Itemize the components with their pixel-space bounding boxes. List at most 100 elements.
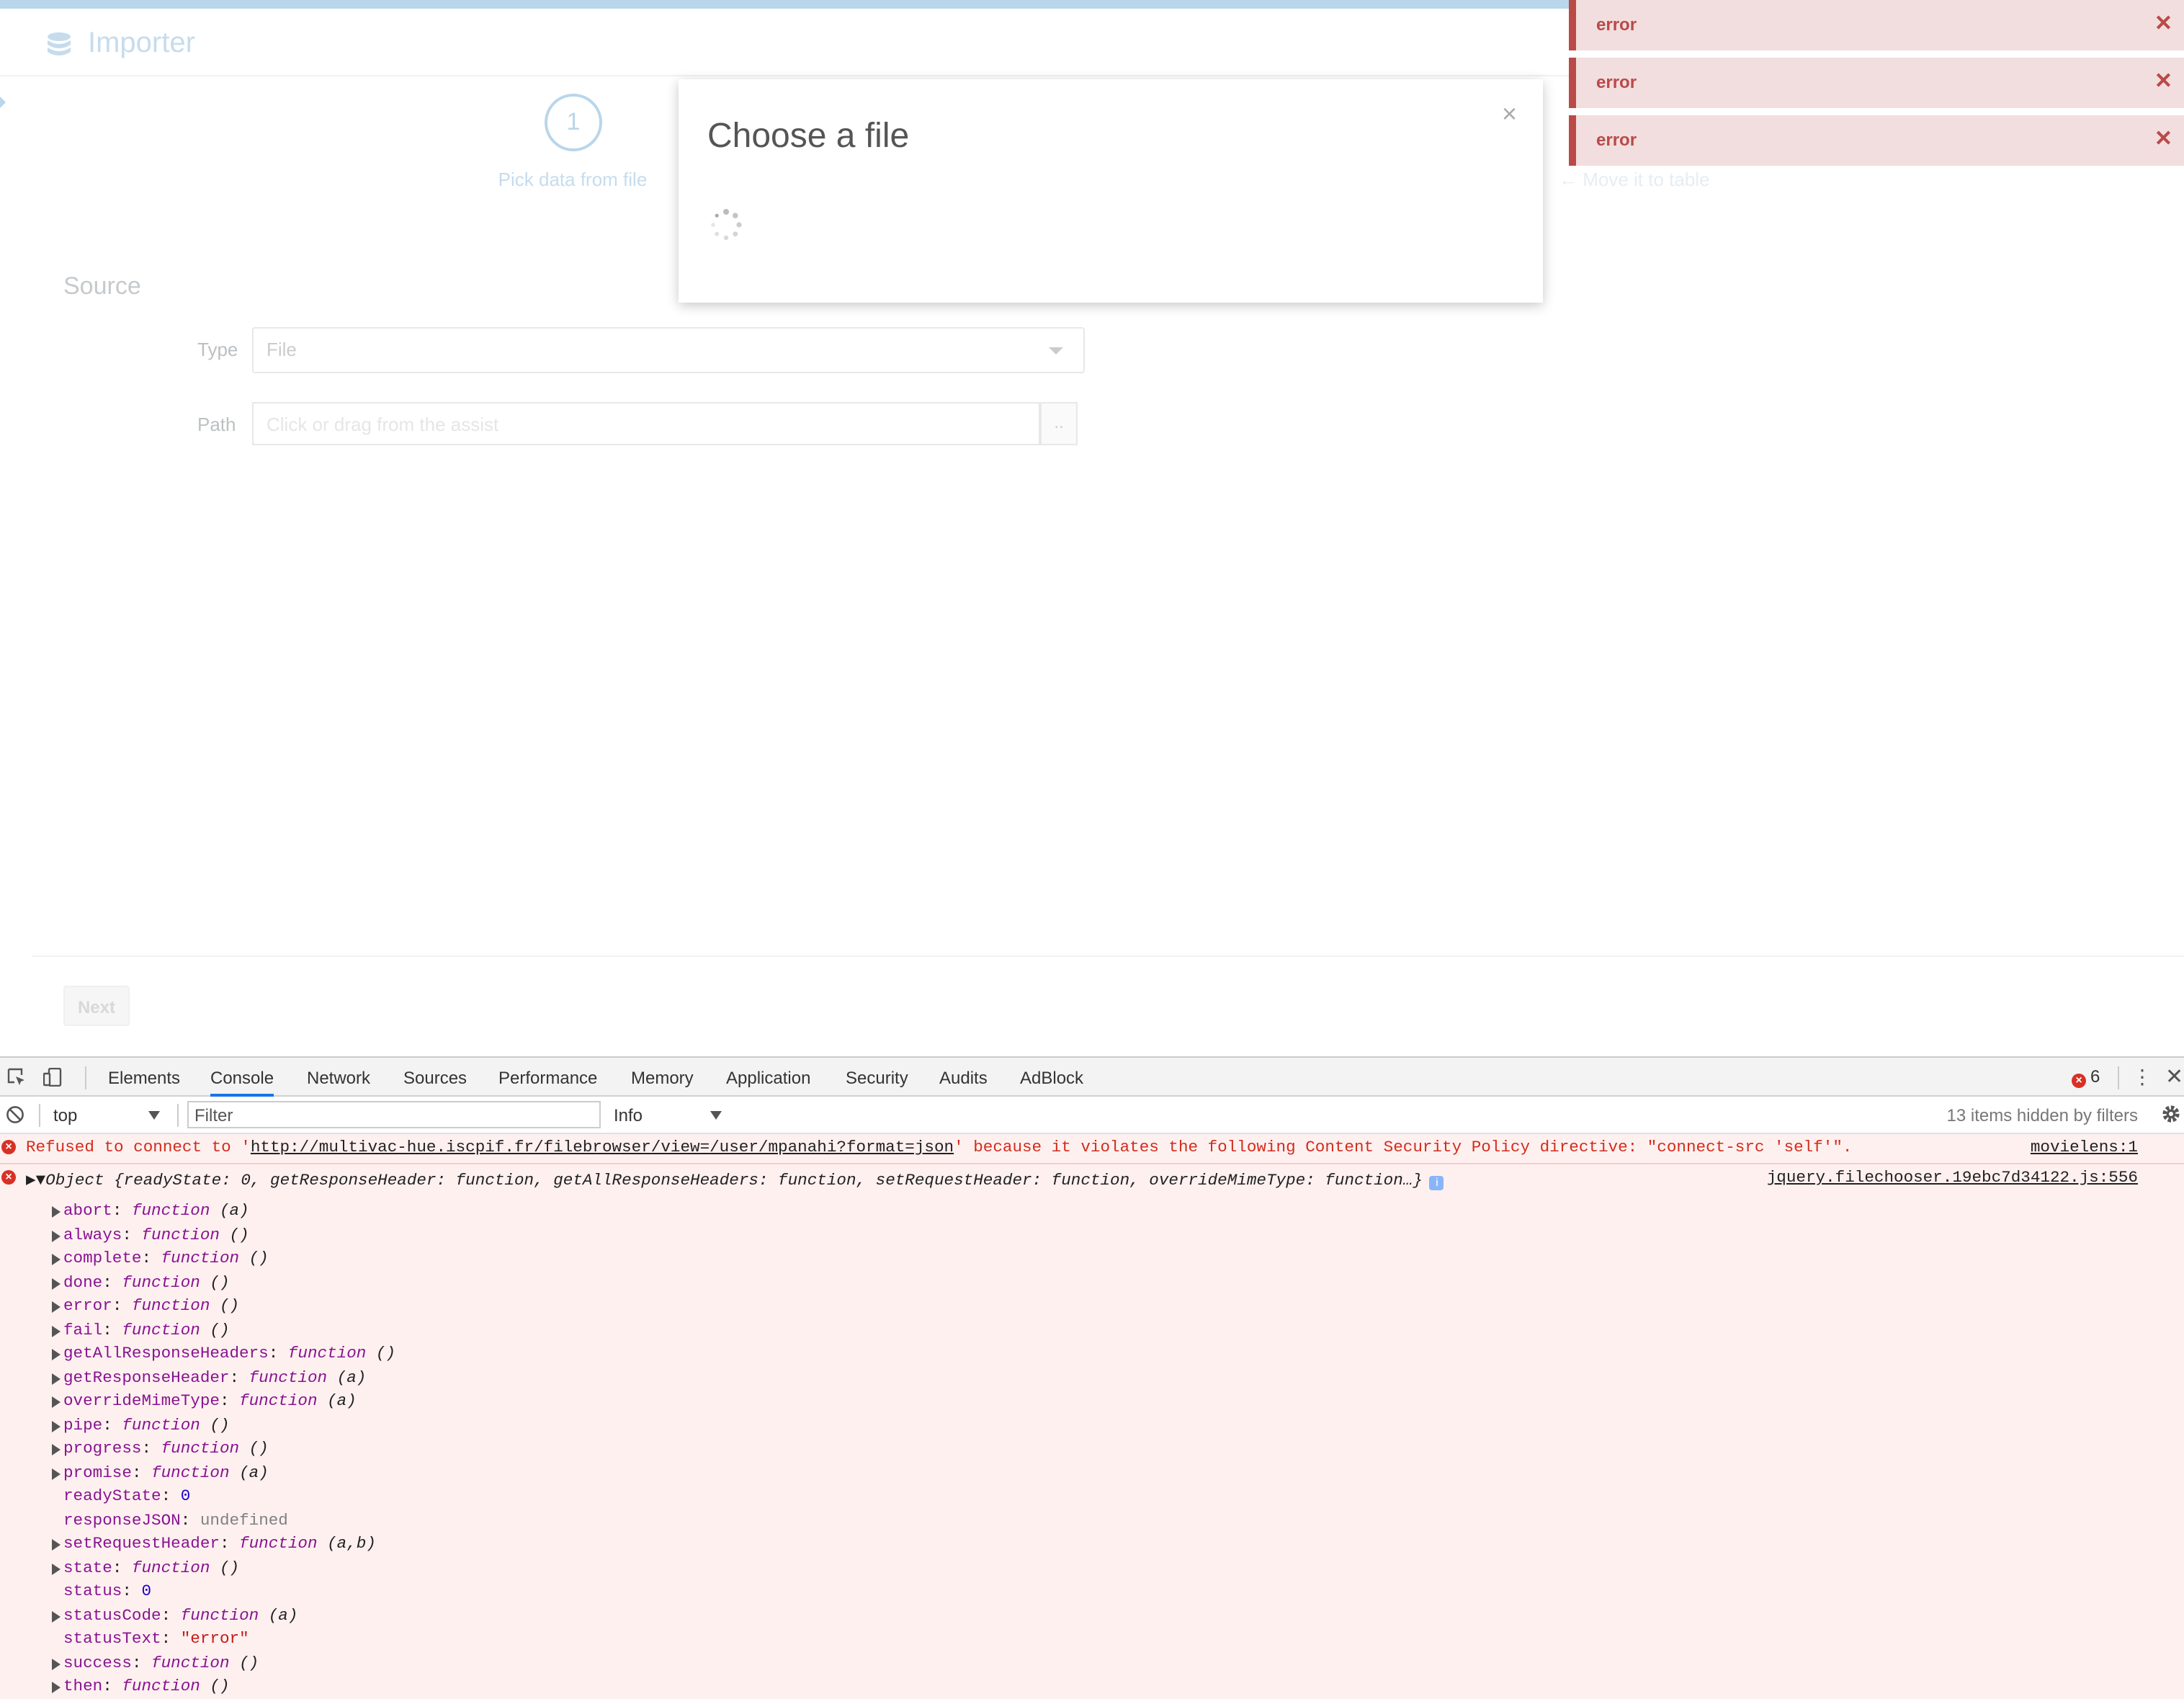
error-icon: × xyxy=(1,1140,16,1154)
expand-triangle-icon[interactable] xyxy=(52,1301,61,1313)
tab-performance[interactable]: Performance xyxy=(498,1068,597,1088)
property-args: () xyxy=(366,1346,396,1363)
object-property-row[interactable]: pipe: function () xyxy=(52,1414,230,1437)
property-args: () xyxy=(219,1227,249,1244)
object-property-row[interactable]: getResponseHeader: function (a) xyxy=(52,1367,366,1390)
object-property-row[interactable]: error: function () xyxy=(52,1296,239,1319)
tab-adblock[interactable]: AdBlock xyxy=(1020,1068,1083,1088)
object-source-link[interactable]: jquery.filechooser.19ebc7d34122.js:556 xyxy=(1767,1170,2138,1187)
expand-triangle-icon[interactable] xyxy=(52,1682,61,1693)
property-key: promise xyxy=(63,1465,132,1482)
tab-sources[interactable]: Sources xyxy=(403,1068,467,1088)
step-1-indicator[interactable]: 1 xyxy=(545,94,602,151)
expand-triangle-icon[interactable] xyxy=(52,1206,61,1218)
property-value: function xyxy=(249,1370,328,1387)
console-filter-input[interactable] xyxy=(187,1101,601,1128)
expand-triangle-icon[interactable] xyxy=(52,1420,61,1432)
expand-triangle-icon[interactable] xyxy=(52,1373,61,1384)
property-args: () xyxy=(200,1679,230,1696)
device-toolbar-icon[interactable] xyxy=(43,1068,62,1087)
toast-close-icon[interactable]: ✕ xyxy=(2154,125,2172,151)
toast-close-icon[interactable]: ✕ xyxy=(2154,68,2172,94)
object-property-row: readyState: 0 xyxy=(63,1489,191,1506)
object-preview[interactable]: ▶▼Object {readyState: 0, getResponseHead… xyxy=(26,1170,1444,1190)
property-args: (a) xyxy=(229,1465,269,1482)
log-level-selector[interactable]: Info xyxy=(614,1105,643,1125)
object-property-row[interactable]: fail: function () xyxy=(52,1319,230,1342)
property-args: () xyxy=(200,1275,230,1292)
property-value: 0 xyxy=(180,1489,191,1506)
assist-toggle-icon[interactable] xyxy=(0,97,6,108)
tab-elements[interactable]: Elements xyxy=(108,1068,180,1088)
expand-triangle-icon[interactable] xyxy=(52,1539,61,1551)
expand-triangle-icon[interactable] xyxy=(52,1610,61,1622)
object-property-row[interactable]: state: function () xyxy=(52,1557,239,1580)
path-browse-button[interactable]: .. xyxy=(1040,402,1078,445)
path-label: Path xyxy=(197,414,236,435)
expand-triangle-icon[interactable] xyxy=(52,1277,61,1289)
expand-triangle-icon[interactable] xyxy=(52,1349,61,1360)
property-value: function xyxy=(141,1227,220,1244)
modal-close-button[interactable]: × xyxy=(1502,99,1517,128)
app-title: Importer xyxy=(88,27,195,59)
step-2-label[interactable]: ← Move it to table xyxy=(1559,169,1710,190)
error-url-link[interactable]: http://multivac-hue.iscpif.fr/filebrowse… xyxy=(251,1140,954,1157)
object-property-row[interactable]: done: function () xyxy=(52,1272,230,1295)
property-key: status xyxy=(63,1584,122,1601)
expand-triangle-icon[interactable] xyxy=(52,1325,61,1337)
tab-network[interactable]: Network xyxy=(307,1068,370,1088)
step-1-label[interactable]: Pick data from file xyxy=(490,169,655,190)
expand-triangle-icon[interactable] xyxy=(52,1396,61,1408)
object-property-row[interactable]: success: function () xyxy=(52,1652,259,1675)
clear-console-icon[interactable] xyxy=(6,1105,24,1124)
info-icon[interactable]: i xyxy=(1429,1176,1444,1190)
toolbar-divider xyxy=(39,1104,40,1127)
expand-triangle-icon[interactable] xyxy=(52,1658,61,1669)
path-input[interactable] xyxy=(252,402,1040,445)
error-source-link[interactable]: movielens:1 xyxy=(2031,1140,2138,1157)
more-options-icon[interactable]: ⋮ xyxy=(2132,1065,2152,1089)
object-property-row[interactable]: abort: function (a) xyxy=(52,1200,249,1223)
tab-memory[interactable]: Memory xyxy=(631,1068,694,1088)
tab-console[interactable]: Console xyxy=(210,1068,274,1097)
object-property-row[interactable]: promise: function (a) xyxy=(52,1462,269,1485)
devtools-close-icon[interactable]: ✕ xyxy=(2165,1063,2183,1089)
object-property-row[interactable]: progress: function () xyxy=(52,1438,269,1461)
next-button[interactable]: Next xyxy=(63,986,130,1026)
object-property-row[interactable]: getAllResponseHeaders: function () xyxy=(52,1343,396,1366)
object-property-row[interactable]: overrideMimeType: function (a) xyxy=(52,1391,357,1414)
property-args: () xyxy=(200,1417,230,1435)
tab-application[interactable]: Application xyxy=(726,1068,810,1088)
inspect-element-icon[interactable] xyxy=(7,1068,26,1087)
loading-spinner-icon xyxy=(711,209,742,241)
property-value: "error" xyxy=(180,1631,249,1649)
property-key: state xyxy=(63,1560,112,1577)
property-key: getAllResponseHeaders xyxy=(63,1346,269,1363)
object-property-row[interactable]: complete: function () xyxy=(52,1248,269,1271)
context-selector[interactable]: top xyxy=(53,1105,77,1125)
property-key: abort xyxy=(63,1203,112,1221)
property-key: readyState xyxy=(63,1489,161,1506)
expand-triangle-icon[interactable] xyxy=(52,1563,61,1574)
object-property-row[interactable]: then: function () xyxy=(52,1676,230,1699)
object-property-row: responseJSON: undefined xyxy=(63,1512,288,1530)
expand-triangle-icon[interactable] xyxy=(52,1230,61,1241)
property-value: function xyxy=(287,1346,367,1363)
property-value: function xyxy=(131,1203,210,1221)
object-property-row[interactable]: always: function () xyxy=(52,1224,249,1247)
console-object-message: × ▶▼Object {readyState: 0, getResponseHe… xyxy=(0,1164,2184,1193)
toast-close-icon[interactable]: ✕ xyxy=(2154,10,2172,36)
error-counter[interactable]: × 6 xyxy=(2072,1066,2100,1088)
type-select[interactable]: File xyxy=(252,327,1085,373)
property-key: statusCode xyxy=(63,1607,161,1625)
object-property-row[interactable]: statusCode: function (a) xyxy=(52,1605,297,1628)
gear-icon[interactable] xyxy=(2161,1104,2181,1124)
expand-triangle-icon[interactable] xyxy=(52,1444,61,1455)
expand-triangle-icon[interactable] xyxy=(52,1254,61,1265)
object-property-row[interactable]: setRequestHeader: function (a,b) xyxy=(52,1533,376,1556)
expand-triangle-icon[interactable] xyxy=(52,1468,61,1479)
property-args: (a) xyxy=(317,1393,357,1411)
toast-message: error xyxy=(1596,72,1637,92)
tab-security[interactable]: Security xyxy=(846,1068,908,1088)
tab-audits[interactable]: Audits xyxy=(939,1068,988,1088)
